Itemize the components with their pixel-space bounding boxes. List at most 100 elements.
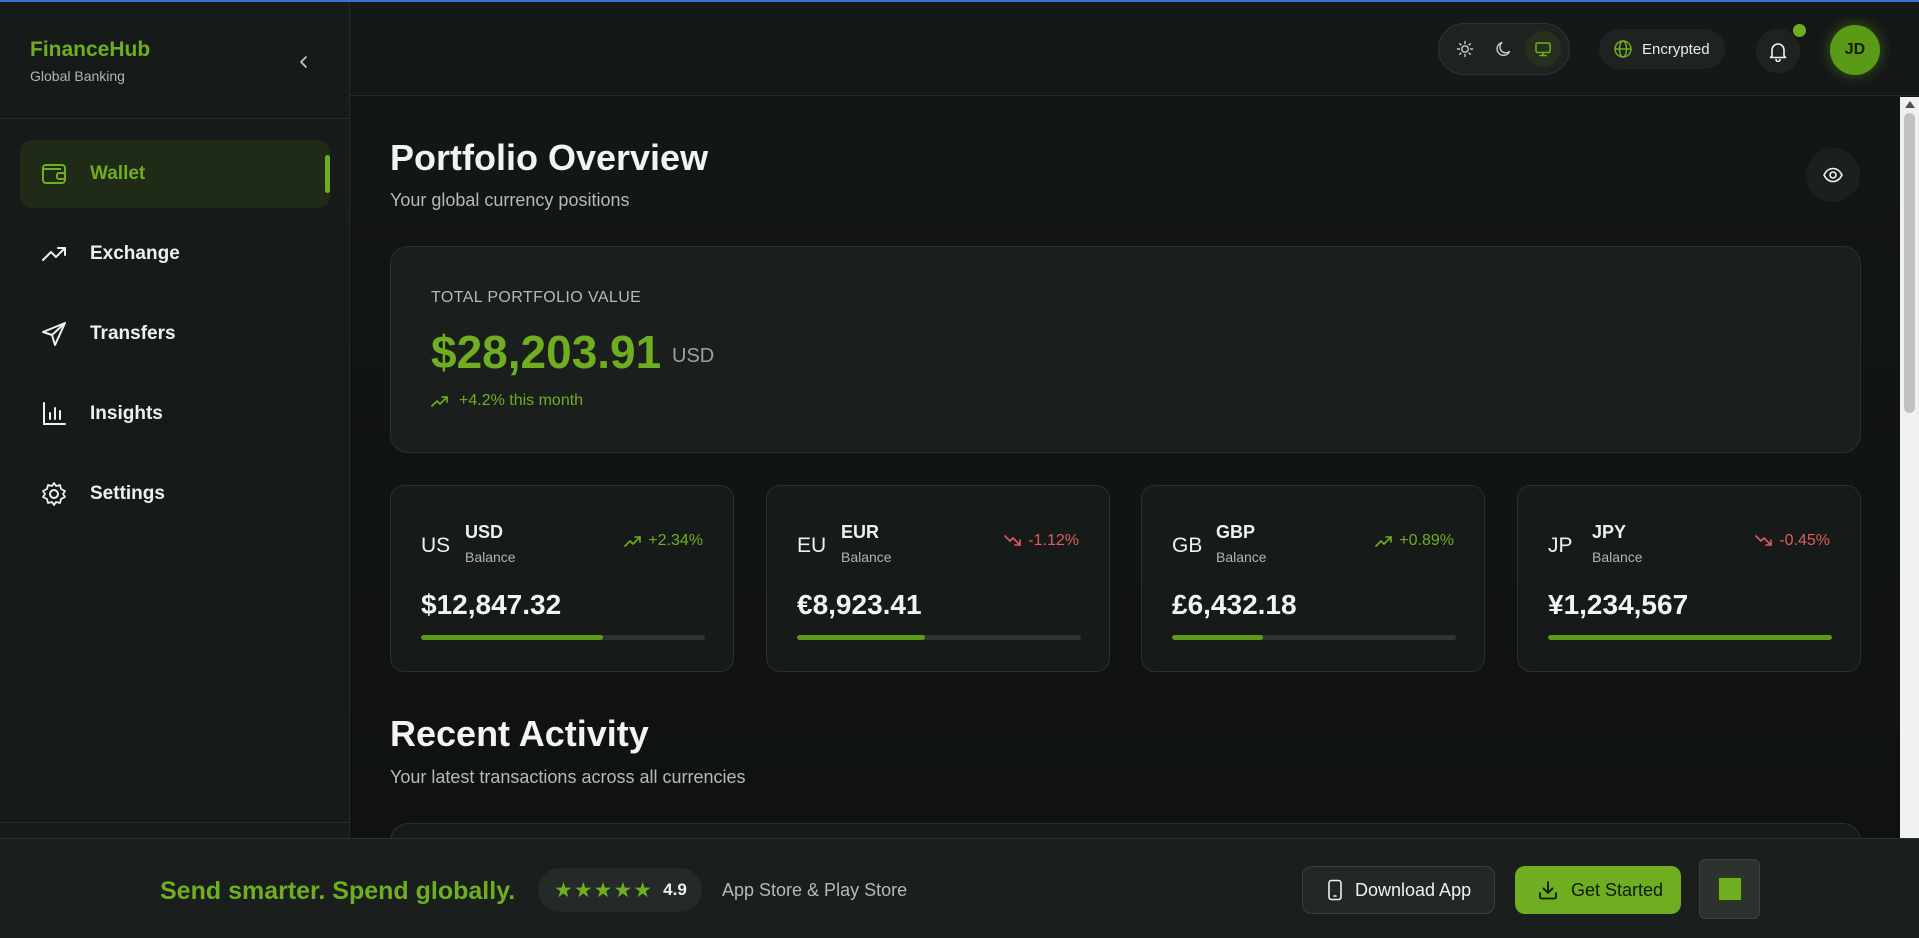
currency-flag-label: GB: [1172, 534, 1203, 557]
currency-card-jpy[interactable]: JP JPY Balance -0.45% ¥1,234,567: [1517, 485, 1861, 672]
currency-progress-fill: [797, 635, 925, 640]
currency-progress-bar: [797, 635, 1081, 640]
collapse-sidebar-button[interactable]: [292, 50, 316, 74]
sidebar-item-label: Exchange: [90, 243, 180, 264]
brand-subtitle: Global Banking: [30, 68, 125, 84]
currency-progress-bar: [421, 635, 705, 640]
trending-up-icon: [1375, 536, 1393, 547]
currency-change-text: -0.45%: [1779, 532, 1830, 549]
currency-flag-label: US: [421, 534, 451, 557]
scroll-thumb[interactable]: [1904, 113, 1915, 413]
main-scrollbar[interactable]: [1900, 97, 1919, 838]
main-content: Portfolio Overview Your global currency …: [350, 97, 1900, 838]
rating-badge: ★★★★★ 4.9: [538, 868, 702, 912]
total-portfolio-currency: USD: [672, 345, 715, 367]
sidebar-item-label: Transfers: [90, 323, 176, 344]
currency-change: +2.34%: [624, 532, 703, 550]
trending-down-icon: [1755, 535, 1773, 546]
sidebar-nav: Wallet Exchange Transfers Insights Setti…: [20, 140, 330, 540]
sidebar-item-insights[interactable]: Insights: [20, 380, 330, 448]
currency-amount: ¥1,234,567: [1548, 589, 1689, 620]
total-portfolio-change: +4.2% this month: [431, 392, 583, 410]
total-portfolio-value: $28,203.91: [431, 326, 662, 378]
sidebar-item-label: Wallet: [90, 163, 146, 184]
page-title: Portfolio Overview: [390, 137, 709, 178]
currency-progress-bar: [1548, 635, 1832, 640]
trending-down-icon: [1004, 535, 1022, 546]
recent-activity-title: Recent Activity: [390, 713, 649, 754]
trending-up-icon: [624, 536, 642, 547]
total-change-text: +4.2% this month: [459, 392, 584, 409]
brand: FinanceHub Global Banking: [30, 38, 150, 84]
sidebar-item-wallet[interactable]: Wallet: [20, 140, 330, 208]
get-started-button[interactable]: Get Started: [1515, 866, 1681, 914]
sidebar-item-exchange[interactable]: Exchange: [20, 220, 330, 288]
currency-card-gbp[interactable]: GB GBP Balance +0.89% £6,432.18: [1141, 485, 1485, 672]
sidebar-divider: [0, 118, 350, 119]
store-availability-text: App Store & Play Store: [722, 880, 908, 900]
currency-flag-label: EU: [797, 534, 827, 557]
rating-value: 4.9: [663, 880, 687, 899]
encrypted-label: Encrypted: [1642, 40, 1710, 58]
currency-change-text: +2.34%: [648, 532, 703, 549]
promo-banner: Send smarter. Spend globally. ★★★★★ 4.9 …: [0, 838, 1919, 938]
currency-change-text: -1.12%: [1028, 532, 1079, 549]
currency-change: +0.89%: [1375, 532, 1454, 550]
get-started-label: Get Started: [1571, 879, 1664, 900]
chevron-left-icon: [300, 56, 307, 68]
currency-amount: £6,432.18: [1172, 589, 1297, 620]
sidebar: FinanceHub Global Banking Wallet Exchang…: [0, 2, 350, 938]
currency-flag-label: JP: [1548, 534, 1573, 557]
sidebar-item-label: Insights: [90, 403, 163, 424]
banner-slogan: Send smarter. Spend globally.: [160, 877, 516, 905]
currency-balance-label: Balance: [465, 549, 516, 565]
currency-code: EUR: [841, 522, 880, 542]
currency-change-text: +0.89%: [1399, 532, 1454, 549]
currency-balance-label: Balance: [841, 549, 892, 565]
download-icon: [1539, 881, 1557, 900]
trending-up-icon: [40, 240, 68, 268]
currency-code: USD: [465, 522, 504, 542]
notifications-button[interactable]: [1756, 29, 1800, 73]
currency-amount: $12,847.32: [421, 589, 562, 620]
toggle-visibility-button[interactable]: [1806, 148, 1860, 202]
avatar[interactable]: JD: [1830, 25, 1880, 75]
page-subtitle: Your global currency positions: [390, 190, 630, 210]
currency-change: -1.12%: [1004, 532, 1079, 550]
sidebar-item-transfers[interactable]: Transfers: [20, 300, 330, 368]
gear-icon: [40, 480, 68, 508]
monitor-icon: [1535, 42, 1552, 57]
currency-card-eur[interactable]: EU EUR Balance -1.12% €8,923.41: [766, 485, 1110, 672]
encrypted-badge: Encrypted: [1599, 29, 1725, 69]
theme-system-button[interactable]: [1525, 31, 1562, 67]
currency-balance-label: Balance: [1216, 549, 1267, 565]
download-app-button[interactable]: Download App: [1302, 866, 1495, 914]
stop-square-icon: [1716, 876, 1743, 902]
bell-icon: [1769, 43, 1787, 62]
star-rating-icon: ★★★★★: [554, 878, 654, 902]
theme-light-button[interactable]: [1447, 31, 1483, 67]
total-portfolio-label: TOTAL PORTFOLIO VALUE: [431, 289, 642, 306]
notification-dot: [1793, 24, 1806, 37]
currency-code: GBP: [1216, 522, 1256, 542]
brand-name: FinanceHub: [30, 38, 151, 61]
currency-progress-fill: [421, 635, 603, 640]
currency-code: JPY: [1592, 522, 1627, 542]
currency-progress-bar: [1172, 635, 1456, 640]
sidebar-item-settings[interactable]: Settings: [20, 460, 330, 528]
smartphone-icon: [1328, 879, 1342, 901]
currency-progress-fill: [1548, 635, 1832, 640]
stop-button[interactable]: [1699, 859, 1760, 919]
bar-chart-icon: [40, 400, 68, 428]
sidebar-item-label: Settings: [90, 483, 165, 504]
sidebar-divider: [0, 822, 350, 823]
scroll-up-arrow-icon[interactable]: [1905, 101, 1915, 108]
download-app-label: Download App: [1355, 879, 1472, 900]
activity-list: [390, 823, 1861, 838]
recent-activity-subtitle: Your latest transactions across all curr…: [390, 767, 746, 787]
currency-card-usd[interactable]: US USD Balance +2.34% $12,847.32: [390, 485, 734, 672]
theme-dark-button[interactable]: [1486, 31, 1522, 67]
trending-up-icon: [431, 396, 448, 407]
currency-progress-fill: [1172, 635, 1263, 640]
globe-icon: [1614, 40, 1632, 58]
